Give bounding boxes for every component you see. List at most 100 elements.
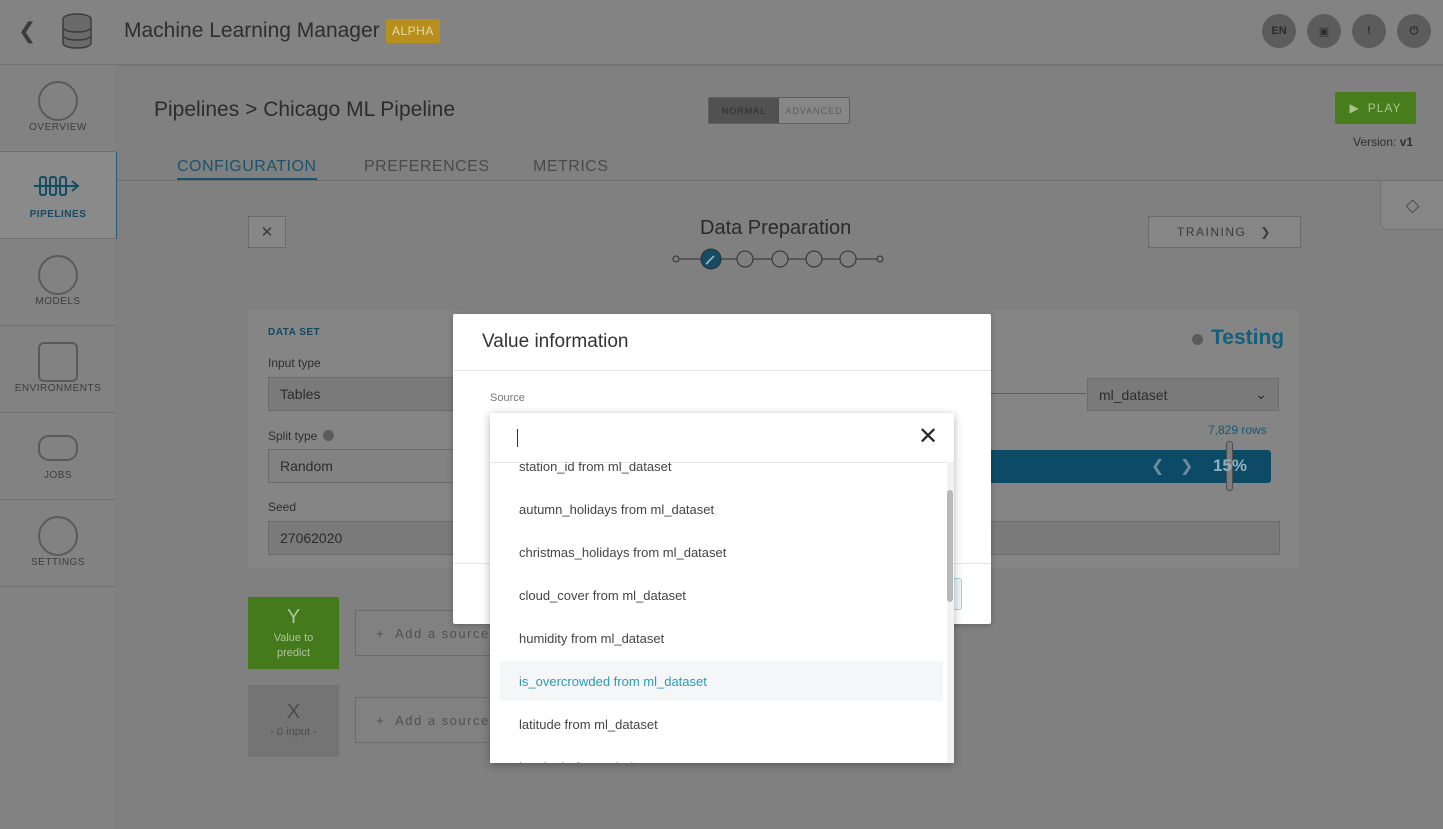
x-letter: X: [286, 701, 301, 723]
rows-count: 7,829 rows: [1208, 423, 1267, 437]
seed-label: Seed: [268, 500, 297, 514]
chevron-down-icon: ⌄: [1255, 386, 1267, 402]
source-search-input[interactable]: ✕: [490, 413, 954, 463]
calendar-button[interactable]: ▣: [1307, 14, 1341, 48]
play-icon: ▶: [1349, 101, 1360, 115]
list-item[interactable]: station_id from ml_dataset: [500, 462, 943, 486]
list-item[interactable]: latitude from ml_dataset: [500, 704, 943, 744]
info-icon[interactable]: [323, 430, 334, 441]
list-item[interactable]: humidity from ml_dataset: [500, 618, 943, 658]
tab-configuration[interactable]: CONFIGURATION: [177, 158, 317, 180]
input-type-select[interactable]: Tables: [268, 377, 458, 411]
gear-icon: [38, 516, 78, 556]
power-icon: ⏻: [1409, 24, 1419, 37]
atom-icon: [38, 255, 78, 295]
sidebar-item-environments[interactable]: ENVIRONMENTS: [0, 326, 116, 413]
cluster-icon: [38, 342, 78, 382]
y-caption: Value to predict: [273, 632, 314, 659]
options-list: station_id from ml_dataset autumn_holida…: [490, 462, 947, 763]
calendar-icon: ▣: [1318, 25, 1330, 38]
sidebar-item-overview[interactable]: OVERVIEW: [0, 65, 116, 152]
next-step-button[interactable]: TRAINING ❯: [1148, 216, 1301, 248]
help-button[interactable]: !: [1352, 14, 1386, 48]
dataset-select-value: ml_dataset: [1099, 386, 1168, 403]
split-type-select[interactable]: Random: [268, 449, 458, 483]
chevron-right-icon[interactable]: ❯: [1180, 456, 1193, 476]
step-title: Data Preparation: [700, 217, 852, 239]
add-source-x-button[interactable]: + Add a source: [355, 697, 495, 743]
breadcrumb-separator: >: [245, 98, 258, 121]
sidebar-item-label: JOBS: [43, 470, 73, 481]
breadcrumb-root[interactable]: Pipelines: [154, 98, 239, 121]
close-step-button[interactable]: ✕: [248, 216, 286, 248]
sidebar-item-label: MODELS: [35, 296, 81, 307]
sidebar-item-jobs[interactable]: JOBS: [0, 413, 116, 500]
y-letter: Y: [286, 606, 301, 628]
breadcrumb-current: Chicago ML Pipeline: [263, 98, 456, 121]
tab-metrics[interactable]: METRICS: [533, 158, 609, 176]
sidebar-item-models[interactable]: MODELS: [0, 239, 116, 326]
split-type-label: Split type: [268, 429, 318, 443]
mode-toggle: NORMAL ADVANCED: [708, 97, 850, 124]
back-arrow-icon[interactable]: ❮: [18, 18, 36, 44]
plus-icon: +: [376, 712, 386, 728]
language-button[interactable]: EN: [1262, 14, 1296, 48]
sidebar-item-label: ENVIRONMENTS: [14, 383, 102, 394]
version-value: v1: [1399, 135, 1414, 149]
mode-advanced-button[interactable]: ADVANCED: [779, 98, 849, 123]
tab-preferences[interactable]: PREFERENCES: [364, 158, 490, 176]
database-logo-icon: [62, 13, 92, 49]
layers-button[interactable]: ◇: [1380, 180, 1443, 230]
version-label: Version:: [1353, 135, 1397, 149]
add-source-label: Add a source: [395, 712, 490, 728]
modal-title: Value information: [482, 331, 629, 352]
split-slider[interactable]: ❮ ❯ 15%: [990, 441, 1271, 491]
version-info: Version: v1: [1353, 135, 1413, 149]
close-icon[interactable]: ✕: [918, 423, 938, 451]
text-caret: [517, 429, 518, 447]
input-type-label: Input type: [268, 356, 321, 370]
step-indicator: [672, 248, 884, 270]
layers-icon: ◇: [1405, 194, 1420, 215]
help-icon: !: [1367, 25, 1371, 37]
breadcrumb: Pipelines > Chicago ML Pipeline: [154, 98, 455, 122]
x-caption: - 0 input -: [270, 726, 317, 738]
testing-field[interactable]: [990, 521, 1280, 555]
list-item[interactable]: longitude from ml_dataset: [500, 747, 943, 764]
modal-header: Value information: [453, 314, 991, 371]
sidebar-item-label: SETTINGS: [30, 557, 85, 568]
scrollbar[interactable]: [947, 462, 954, 763]
list-item-highlighted[interactable]: is_overcrowded from ml_dataset: [500, 661, 943, 701]
sidebar-item-label: PIPELINES: [29, 209, 87, 220]
connector-line: [990, 393, 1086, 394]
sidebar-item-pipelines[interactable]: PIPELINES: [0, 152, 119, 239]
add-source-label: Add a source: [395, 625, 490, 641]
alpha-badge: ALPHA: [386, 19, 440, 43]
list-item[interactable]: autumn_holidays from ml_dataset: [500, 489, 943, 529]
list-item[interactable]: christmas_holidays from ml_dataset: [500, 532, 943, 572]
conveyor-icon: [38, 435, 78, 461]
sidebar-item-settings[interactable]: SETTINGS: [0, 500, 116, 587]
play-button[interactable]: ▶ PLAY: [1335, 92, 1416, 124]
testing-label: Testing: [1211, 326, 1285, 349]
x-variable-box[interactable]: X - 0 input -: [248, 685, 339, 757]
dataset-section-title: DATA SET: [268, 327, 321, 338]
sidebar: OVERVIEW PIPELINES MODELS ENVIRONMENTS J…: [0, 65, 119, 829]
dataset-select[interactable]: ml_dataset ⌄: [1087, 378, 1279, 411]
power-button[interactable]: ⏻: [1397, 14, 1431, 48]
chevron-left-icon[interactable]: ❮: [1151, 456, 1164, 476]
sidebar-item-label: OVERVIEW: [29, 122, 87, 133]
y-variable-box[interactable]: Y Value to predict: [248, 597, 339, 669]
seed-input[interactable]: 27062020: [268, 521, 458, 555]
play-label: PLAY: [1367, 101, 1402, 115]
scrollbar-thumb[interactable]: [947, 490, 953, 602]
close-icon: ✕: [260, 224, 274, 241]
testing-info-icon[interactable]: [1192, 334, 1203, 345]
mode-normal-button[interactable]: NORMAL: [709, 98, 779, 123]
pipeline-icon: [34, 176, 80, 196]
source-label: Source: [490, 392, 525, 404]
app-title: Machine Learning Manager: [124, 19, 380, 42]
chevron-right-icon: ❯: [1260, 225, 1272, 239]
tab-divider: [117, 180, 1443, 181]
list-item[interactable]: cloud_cover from ml_dataset: [500, 575, 943, 615]
